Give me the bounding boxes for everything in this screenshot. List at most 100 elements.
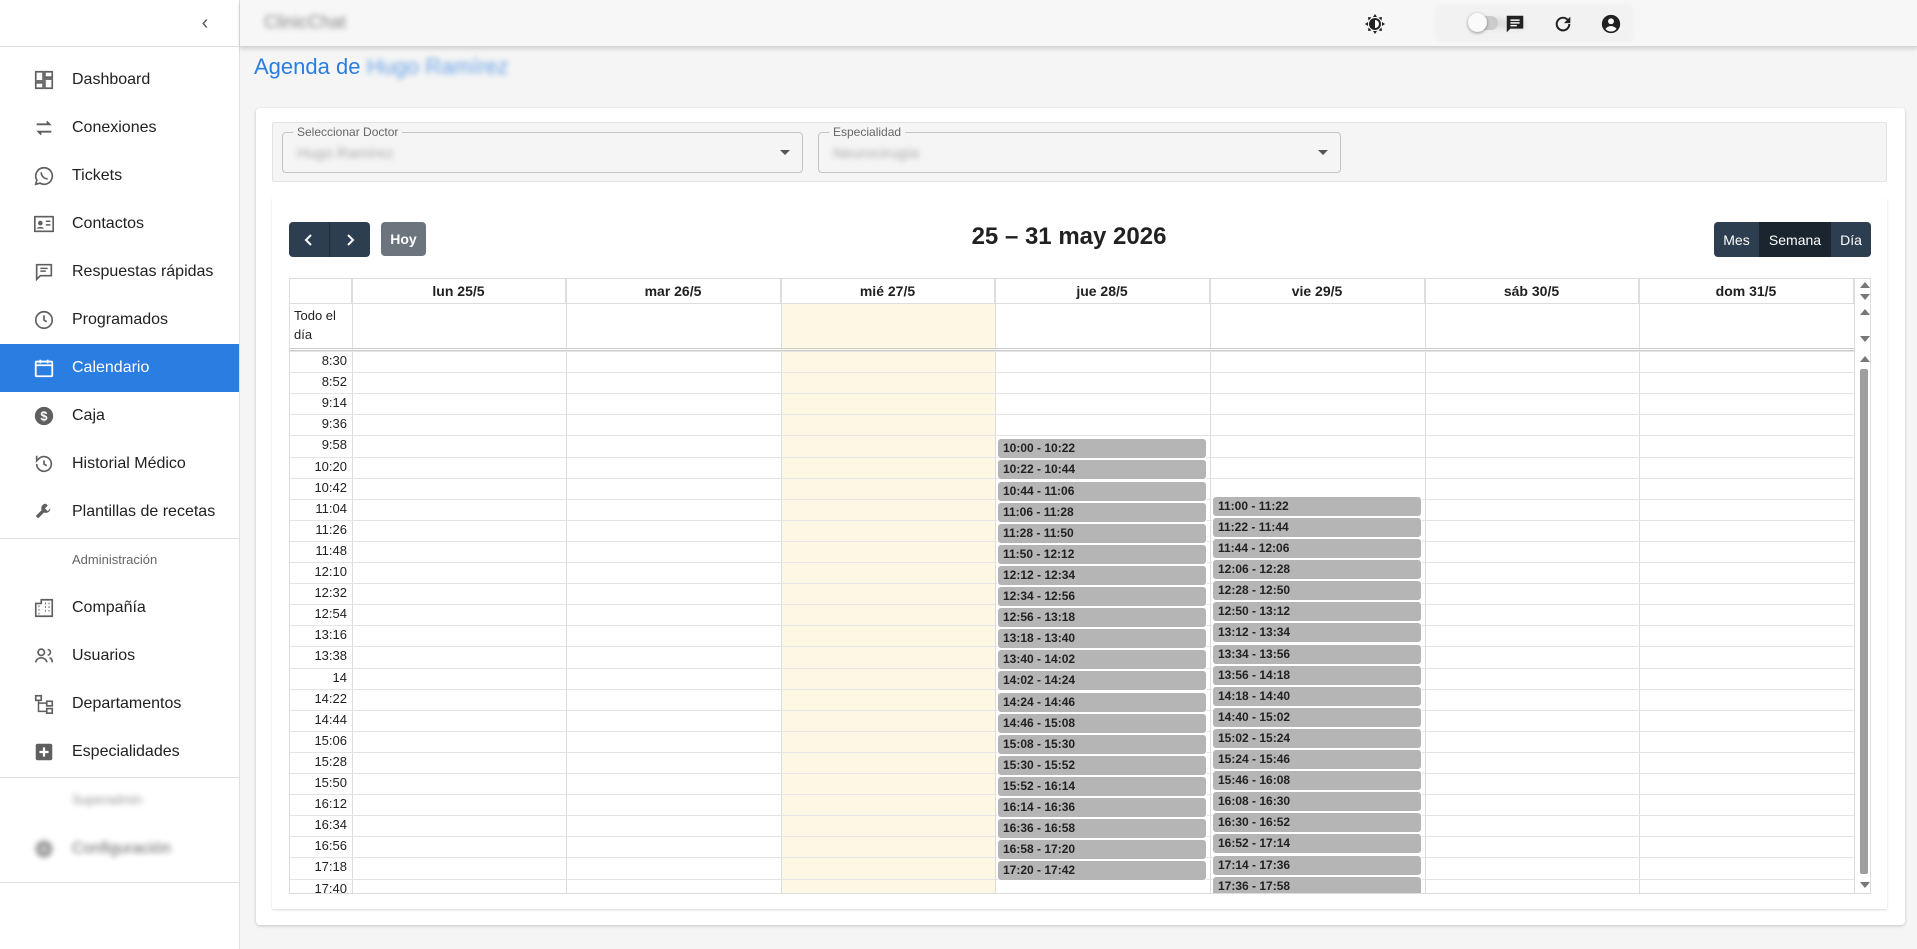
appointment-event[interactable]: 13:12 - 13:34 — [1213, 623, 1421, 643]
sidebar-item-label: Respuestas rápidas — [72, 263, 214, 280]
time-label: 16:34 — [314, 817, 347, 833]
appointment-event[interactable]: 17:14 - 17:36 — [1213, 855, 1421, 875]
next-week-button[interactable] — [330, 222, 371, 257]
appointment-event[interactable]: 11:22 - 11:44 — [1213, 517, 1421, 537]
theme-toggle[interactable] — [1468, 13, 1498, 32]
day-header[interactable]: mié 27/5 — [781, 279, 995, 304]
appointment-event[interactable]: 12:34 - 12:56 — [998, 587, 1206, 607]
sidebar-item-contactos[interactable]: Contactos — [0, 200, 239, 248]
calendar-icon — [32, 356, 56, 380]
appointment-event[interactable]: 17:36 - 17:58 — [1213, 876, 1421, 893]
appointment-event[interactable]: 16:58 - 17:20 — [998, 840, 1206, 860]
appointment-event[interactable]: 16:30 - 16:52 — [1213, 813, 1421, 833]
appointment-event[interactable]: 15:24 - 15:46 — [1213, 750, 1421, 770]
sidebar-item-label: Tickets — [72, 167, 123, 184]
appointment-event[interactable]: 12:28 - 12:50 — [1213, 581, 1421, 601]
specialty-select[interactable]: Especialidad Neurocirugía — [818, 125, 1341, 173]
appointment-event[interactable]: 11:06 - 11:28 — [998, 502, 1206, 522]
appointment-event[interactable]: 12:56 - 13:18 — [998, 608, 1206, 628]
scroll-up-icon[interactable] — [1860, 356, 1870, 362]
sidebar-item-usuarios[interactable]: Usuarios — [0, 632, 239, 680]
appointment-event[interactable]: 15:30 - 15:52 — [998, 755, 1206, 775]
day-header[interactable]: vie 29/5 — [1210, 279, 1425, 304]
time-label: 10:42 — [314, 479, 347, 495]
calendar-title: 25 – 31 may 2026 — [971, 223, 1167, 250]
sidebar-item-departamentos[interactable]: Departamentos — [0, 680, 239, 728]
doctor-select[interactable]: Seleccionar Doctor Hugo Ramírez — [282, 125, 803, 173]
refresh-icon[interactable] — [1550, 11, 1576, 37]
day-header[interactable]: sáb 30/5 — [1425, 279, 1639, 304]
prev-week-button[interactable] — [289, 222, 330, 257]
sidebar-item-configuración[interactable]: Configuración — [0, 825, 239, 873]
appointment-event[interactable]: 11:44 - 12:06 — [1213, 539, 1421, 559]
account-circle-icon[interactable] — [1598, 11, 1624, 37]
appointment-event[interactable]: 15:52 - 16:14 — [998, 776, 1206, 796]
settings-icon — [32, 837, 56, 861]
appointment-event[interactable]: 15:08 - 15:30 — [998, 734, 1206, 754]
appointment-event[interactable]: 14:24 - 14:46 — [998, 692, 1206, 712]
appointment-event[interactable]: 13:18 - 13:40 — [998, 629, 1206, 649]
appointment-event[interactable]: 13:34 - 13:56 — [1213, 644, 1421, 664]
appointment-event[interactable]: 11:28 - 11:50 — [998, 523, 1206, 543]
chevron-left-icon[interactable]: ‹ — [193, 12, 217, 36]
appointment-event[interactable]: 11:00 - 11:22 — [1213, 496, 1421, 516]
appointment-event[interactable]: 12:12 - 12:34 — [998, 565, 1206, 585]
scrollbar-thumb[interactable] — [1860, 369, 1868, 874]
scroll-down-icon[interactable] — [1860, 294, 1870, 300]
scroll-up-icon[interactable] — [1860, 309, 1870, 315]
page-title: Agenda de Hugo Ramírez — [254, 54, 508, 80]
appointment-event[interactable]: 13:40 - 14:02 — [998, 650, 1206, 670]
day-header[interactable]: dom 31/5 — [1639, 279, 1854, 304]
sidebar-item-caja[interactable]: $ Caja — [0, 392, 239, 440]
sidebar-item-label: Plantillas de recetas — [72, 503, 216, 520]
sidebar-item-calendario[interactable]: Calendario — [0, 344, 239, 392]
appointment-event[interactable]: 16:36 - 16:58 — [998, 819, 1206, 839]
sidebar-item-label: Usuarios — [72, 647, 136, 664]
sidebar-item-tickets[interactable]: Tickets — [0, 152, 239, 200]
scroll-down-icon[interactable] — [1860, 336, 1870, 342]
time-label: 15:06 — [314, 732, 347, 748]
appointment-event[interactable]: 12:06 - 12:28 — [1213, 560, 1421, 580]
appointment-event[interactable]: 10:00 - 10:22 — [998, 439, 1206, 459]
day-header[interactable]: jue 28/5 — [995, 279, 1210, 304]
appointment-event[interactable]: 14:18 - 14:40 — [1213, 686, 1421, 706]
chat-icon[interactable] — [1502, 11, 1528, 37]
scroll-up-icon[interactable] — [1860, 282, 1870, 288]
time-label: 11:04 — [315, 500, 347, 516]
sidebar-item-programados[interactable]: Programados — [0, 296, 239, 344]
appointment-event[interactable]: 15:02 - 15:24 — [1213, 728, 1421, 748]
time-label: 15:50 — [314, 775, 347, 790]
appointment-event[interactable]: 16:08 - 16:30 — [1213, 792, 1421, 812]
view-day-button[interactable]: Día — [1831, 222, 1871, 257]
view-week-button[interactable]: Semana — [1759, 222, 1831, 257]
appointment-event[interactable]: 15:46 - 16:08 — [1213, 771, 1421, 791]
day-header[interactable]: mar 26/5 — [566, 279, 781, 304]
time-label: 16:12 — [314, 796, 347, 812]
appointment-event[interactable]: 16:52 - 17:14 — [1213, 834, 1421, 854]
sidebar-item-especialidades[interactable]: Especialidades — [0, 728, 239, 776]
sidebar-header: ‹ — [0, 0, 239, 47]
appointment-event[interactable]: 10:44 - 11:06 — [998, 481, 1206, 501]
appointment-event[interactable]: 14:46 - 15:08 — [998, 713, 1206, 733]
sidebar-item-compañía[interactable]: Compañía — [0, 584, 239, 632]
appointment-event[interactable]: 16:14 - 16:36 — [998, 798, 1206, 818]
appointment-event[interactable]: 13:56 - 14:18 — [1213, 665, 1421, 685]
appointment-event[interactable]: 12:50 - 13:12 — [1213, 602, 1421, 622]
view-month-button[interactable]: Mes — [1714, 222, 1759, 257]
appointment-event[interactable]: 11:50 - 12:12 — [998, 544, 1206, 564]
time-label: 13:38 — [314, 648, 347, 664]
appointment-event[interactable]: 14:40 - 15:02 — [1213, 707, 1421, 727]
appointment-event[interactable]: 10:22 - 10:44 — [998, 460, 1206, 480]
sidebar-item-conexiones[interactable]: Conexiones — [0, 104, 239, 152]
sidebar-item-dashboard[interactable]: Dashboard — [0, 56, 239, 104]
brightness-icon[interactable] — [1362, 11, 1388, 37]
today-button[interactable]: Hoy — [381, 222, 426, 256]
day-header[interactable]: lun 25/5 — [352, 279, 566, 304]
sidebar-item-plantillas-de-recetas[interactable]: Plantillas de recetas — [0, 488, 239, 536]
appointment-event[interactable]: 14:02 - 14:24 — [998, 671, 1206, 691]
appointment-event[interactable]: 17:20 - 17:42 — [998, 861, 1206, 881]
time-label: 13:16 — [314, 627, 347, 643]
sidebar-item-historial-médico[interactable]: Historial Médico — [0, 440, 239, 488]
scroll-down-icon[interactable] — [1860, 882, 1870, 888]
sidebar-item-respuestas-rápidas[interactable]: Respuestas rápidas — [0, 248, 239, 296]
